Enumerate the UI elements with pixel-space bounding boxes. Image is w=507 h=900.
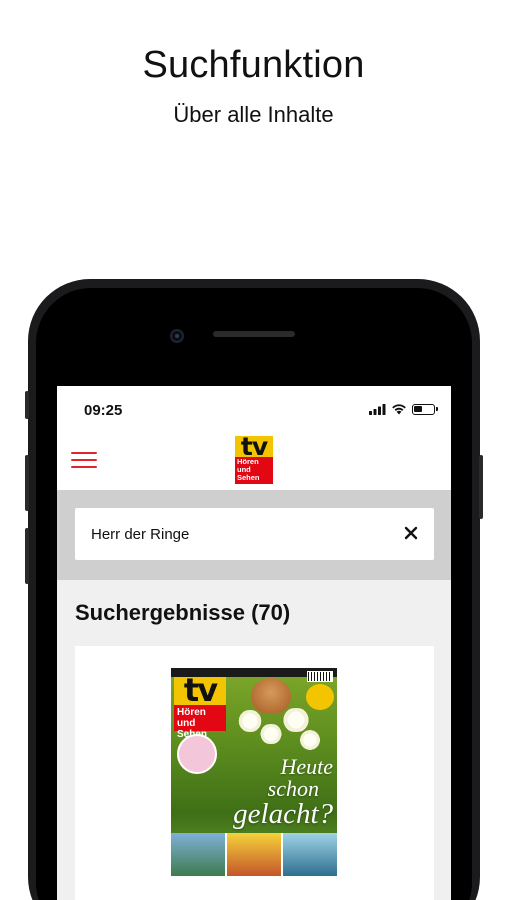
- earpiece-speaker: [213, 331, 295, 337]
- status-time: 09:25: [84, 402, 123, 419]
- cover-teaser-image: [171, 833, 225, 876]
- front-camera: [170, 329, 184, 343]
- cover-flower: [297, 730, 323, 750]
- phone-power-button: [479, 455, 483, 519]
- cover-headline-1: Heute: [280, 754, 333, 779]
- logo-tv-text: tv: [235, 434, 273, 459]
- cover-teaser-image: [283, 833, 337, 876]
- cover-teaser-image: [227, 833, 281, 876]
- cover-logo-tv: tv: [174, 674, 226, 706]
- logo-line-3: Sehen: [237, 473, 260, 483]
- logo-subtitle: Hören und Sehen: [235, 457, 273, 484]
- phone-mute-switch: [25, 391, 29, 419]
- cover-headline-2: schon: [267, 776, 319, 801]
- status-bar: 09:25: [57, 386, 451, 430]
- close-icon[interactable]: [402, 524, 420, 542]
- wifi-icon: [392, 404, 406, 415]
- cover-headline-3: gelacht?: [233, 798, 333, 830]
- signal-icon: [369, 403, 386, 415]
- search-results: Suchergebnisse (70) tv Hören und Sehen: [57, 580, 451, 900]
- cover-badge: [306, 684, 334, 710]
- cover-headline: Heute schon gelacht?: [211, 754, 333, 830]
- promo-title: Suchfunktion: [142, 44, 365, 86]
- results-heading: Suchergebnisse (70): [75, 600, 291, 625]
- app-header: tv Hören und Sehen: [57, 430, 451, 490]
- phone-volume-up: [25, 455, 29, 511]
- cover-logo-line-2: und: [177, 718, 196, 729]
- promo-subtitle: Über alle Inhalte: [173, 102, 334, 127]
- magazine-cover-image[interactable]: tv Hören und Sehen Heute schon gelacht?: [171, 668, 337, 876]
- search-input-value[interactable]: Herr der Ringe: [91, 526, 189, 543]
- cover-flower: [257, 724, 285, 744]
- app-screen: 09:25 tv Hören und Sehen Herr der Ringe …: [57, 386, 451, 900]
- result-card[interactable]: tv Hören und Sehen Heute schon gelacht?: [75, 646, 434, 900]
- cover-logo-line-1: Hören: [177, 707, 206, 718]
- cover-flower: [279, 708, 313, 732]
- brand-logo[interactable]: tv Hören und Sehen: [235, 434, 273, 484]
- search-input[interactable]: Herr der Ringe: [75, 508, 434, 560]
- status-icons: [369, 403, 438, 415]
- search-bar-area: Herr der Ringe: [57, 490, 451, 580]
- cover-teaser-strip: [171, 833, 337, 876]
- battery-icon: [412, 403, 438, 415]
- cover-barcode: [307, 671, 333, 682]
- phone-volume-down: [25, 528, 29, 584]
- cover-logo-subtitle: Hören und Sehen: [174, 705, 226, 740]
- hamburger-menu-icon[interactable]: [71, 450, 97, 470]
- cover-hamster-illustration: [251, 678, 291, 714]
